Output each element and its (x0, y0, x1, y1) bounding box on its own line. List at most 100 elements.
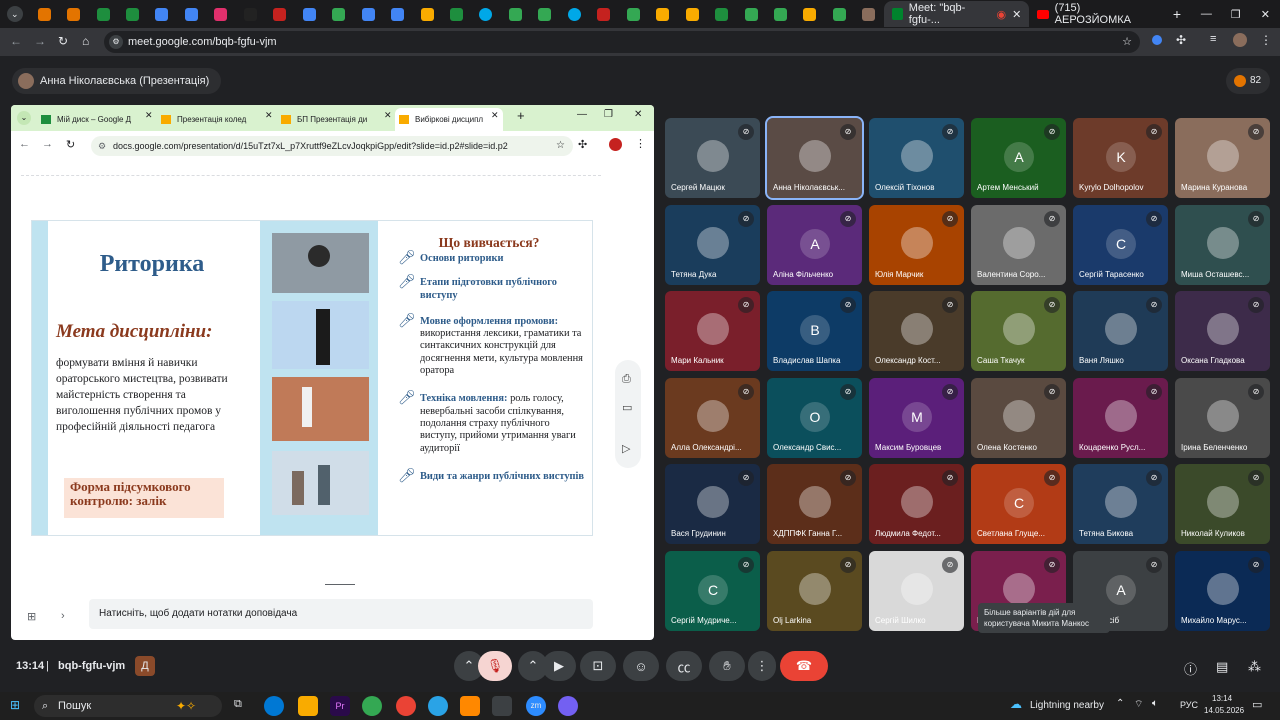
participant-name: Светлана Глуще... (977, 529, 1045, 538)
participant-name: Kyrylo Dolhopolov (1079, 183, 1144, 192)
participant-tile[interactable]: ⊘ Ваня Ляшко (1073, 291, 1168, 371)
mic-off-icon: ⊘ (942, 210, 958, 227)
mic-off-icon: ⊘ (1248, 556, 1264, 573)
participant-tile[interactable]: ⊘ Тетяна Бикова (1073, 464, 1168, 544)
clock-date[interactable]: 14.05.2026 (1204, 706, 1244, 715)
participant-tile[interactable]: B ⊘ Владислав Шапка (767, 291, 862, 371)
participant-tile[interactable]: ⊘ Оксана Гладкова (1175, 291, 1270, 371)
more-options-button[interactable]: ⋮ (748, 651, 776, 681)
zoom-icon[interactable]: zm (526, 696, 546, 716)
participant-tile[interactable]: ⊘ Алла Олександрі... (665, 377, 760, 458)
avatar: A (1106, 574, 1136, 605)
participant-tile[interactable]: ⊘ Олександр Кост... (869, 291, 964, 371)
avatar: C (1004, 488, 1034, 518)
viber-icon[interactable] (558, 696, 578, 716)
participant-tile[interactable]: ⊘ Тетяна Дука (665, 204, 760, 285)
meeting-code: bqb-fgfu-vjm (58, 660, 126, 672)
participant-tile[interactable]: C ⊘ Сергій Тарасенко (1073, 204, 1168, 285)
participant-tile[interactable]: ⊘ Сергей Мацюк (665, 118, 760, 198)
participant-tile[interactable]: M ⊘ Максим Буровцев (869, 377, 964, 458)
meeting-divider: | (46, 660, 49, 672)
weather-text[interactable]: Lightning nearby (1030, 700, 1104, 711)
participant-tile[interactable]: ⊘ Анна Ніколаєвськ... (765, 116, 864, 200)
language-indicator[interactable]: РУС (1180, 700, 1198, 710)
avatar (697, 226, 729, 259)
participant-name: Мари Кальник (671, 356, 724, 365)
network-icon[interactable]: ⌔ (1134, 698, 1143, 711)
telegram-icon[interactable] (428, 696, 448, 716)
mic-toggle-button[interactable]: 🎙︎ (478, 651, 512, 681)
chrome-icon[interactable] (396, 696, 416, 716)
task-view-icon[interactable]: ⧉ (234, 698, 242, 711)
clock-time[interactable]: 13:14 (1212, 694, 1232, 703)
file-explorer-icon[interactable] (298, 696, 318, 716)
participant-tile[interactable]: ⊘ Коцаренко Русл... (1073, 377, 1168, 458)
participant-tile[interactable]: ⊘ Вася Грудинин (665, 464, 760, 544)
camera-toggle-button[interactable]: ▶ (542, 651, 576, 681)
notifications-icon[interactable]: ▭ (1252, 698, 1262, 711)
mic-off-icon: ⊘ (1044, 210, 1060, 227)
participant-tile[interactable]: ⊘ Сергій Шилко (869, 550, 964, 631)
premiere-icon[interactable]: Pr (330, 696, 350, 716)
app-icon[interactable] (362, 696, 382, 716)
participant-tile[interactable]: ⊘ Юлія Марчик (869, 204, 964, 285)
present-button[interactable]: ⊡ (580, 651, 616, 681)
vlc-icon[interactable] (460, 696, 480, 716)
participant-tile[interactable]: ⊘ Олексій Тіхонов (869, 118, 964, 198)
mic-off-icon: ⊘ (840, 470, 856, 486)
avatar (1207, 313, 1239, 345)
participant-tile[interactable]: ⊘ ХДППФК Ганна Г... (767, 464, 862, 544)
participant-tile[interactable]: ⊘ Людмила Федот... (869, 464, 964, 544)
host-controls-icon[interactable]: Д (135, 656, 155, 676)
meeting-time: 13:14 (16, 660, 45, 672)
avatar: A (1004, 142, 1034, 172)
captions-button[interactable]: ㏄ (666, 651, 702, 681)
hang-up-icon: ☎︎ (795, 658, 813, 673)
end-call-button[interactable]: ☎︎ (780, 651, 828, 681)
mic-off-icon: ⊘ (1146, 383, 1162, 400)
participant-tile[interactable]: K ⊘ Kyrylo Dolhopolov (1073, 118, 1168, 198)
participant-tile[interactable]: ⊘ Саша Ткачук (971, 291, 1066, 371)
volume-icon[interactable]: 🔈︎ (1152, 698, 1158, 709)
mic-off-icon: ⊘ (1248, 124, 1264, 140)
participant-tile[interactable]: ⊘ Olj Larkina (767, 550, 862, 631)
avatar (1207, 486, 1239, 518)
reactions-button[interactable]: ☺ (623, 651, 659, 681)
app-icon[interactable] (492, 696, 512, 716)
participant-name: Olj Larkina (773, 615, 812, 625)
info-icon[interactable]: ⓘ (1184, 659, 1197, 678)
participant-tile[interactable]: ⊘ Мари Кальник (665, 291, 760, 371)
avatar (1003, 572, 1035, 605)
participant-tile[interactable]: ⊘ Ірина Беленченко (1175, 377, 1270, 458)
participant-tile[interactable]: ⊘ Миша Осташевс... (1175, 204, 1270, 285)
raise-hand-button[interactable]: ✋︎ (709, 651, 745, 681)
participant-tile[interactable]: ⊘ Михайло Марус... (1175, 550, 1270, 631)
participant-tile[interactable]: A ⊘ Аліна Фільченко (767, 204, 862, 285)
participant-tile[interactable]: A ⊘ Артем Менський (971, 118, 1066, 198)
activities-icon[interactable]: ⁂ (1248, 659, 1261, 675)
participant-tile[interactable]: C ⊘ Сергій Мудриче... (665, 550, 760, 631)
participant-tile[interactable]: ⊘ Николай Куликов (1175, 464, 1270, 544)
participant-name: Олена Костенко (977, 442, 1037, 452)
avatar (1207, 399, 1239, 432)
taskbar-search[interactable]: ⌕ Пошук ✦✧ (34, 695, 222, 717)
windows-start-icon[interactable]: ⊞ (10, 698, 20, 712)
avatar (697, 486, 729, 518)
weather-icon: ☁ (1010, 697, 1022, 711)
tray-chevron-icon[interactable]: ⌃ (1116, 698, 1124, 709)
avatar (1207, 226, 1239, 259)
hand-icon: ✋︎ (723, 658, 731, 673)
participant-name: Михайло Марус... (1181, 615, 1247, 625)
avatar: K (1106, 142, 1136, 172)
participant-tile[interactable]: ⊘ Валентина Соро... (971, 204, 1066, 285)
participant-name: Олексій Тіхонов (875, 183, 935, 192)
participant-tile[interactable]: ⊘ Марина Куранова (1175, 118, 1270, 198)
avatar: M (902, 401, 932, 432)
chat-icon[interactable]: ▤ (1216, 659, 1228, 675)
participant-tile[interactable]: O ⊘ Олександр Свис... (767, 377, 862, 458)
participant-tile[interactable]: ⊘ Олена Костенко (971, 377, 1066, 458)
participant-tile[interactable]: C ⊘ Светлана Глуще... (971, 464, 1066, 544)
edge-icon[interactable] (264, 696, 284, 716)
mic-off-icon: ⊘ (942, 556, 958, 573)
mic-off-icon: ⊘ (1044, 470, 1060, 486)
